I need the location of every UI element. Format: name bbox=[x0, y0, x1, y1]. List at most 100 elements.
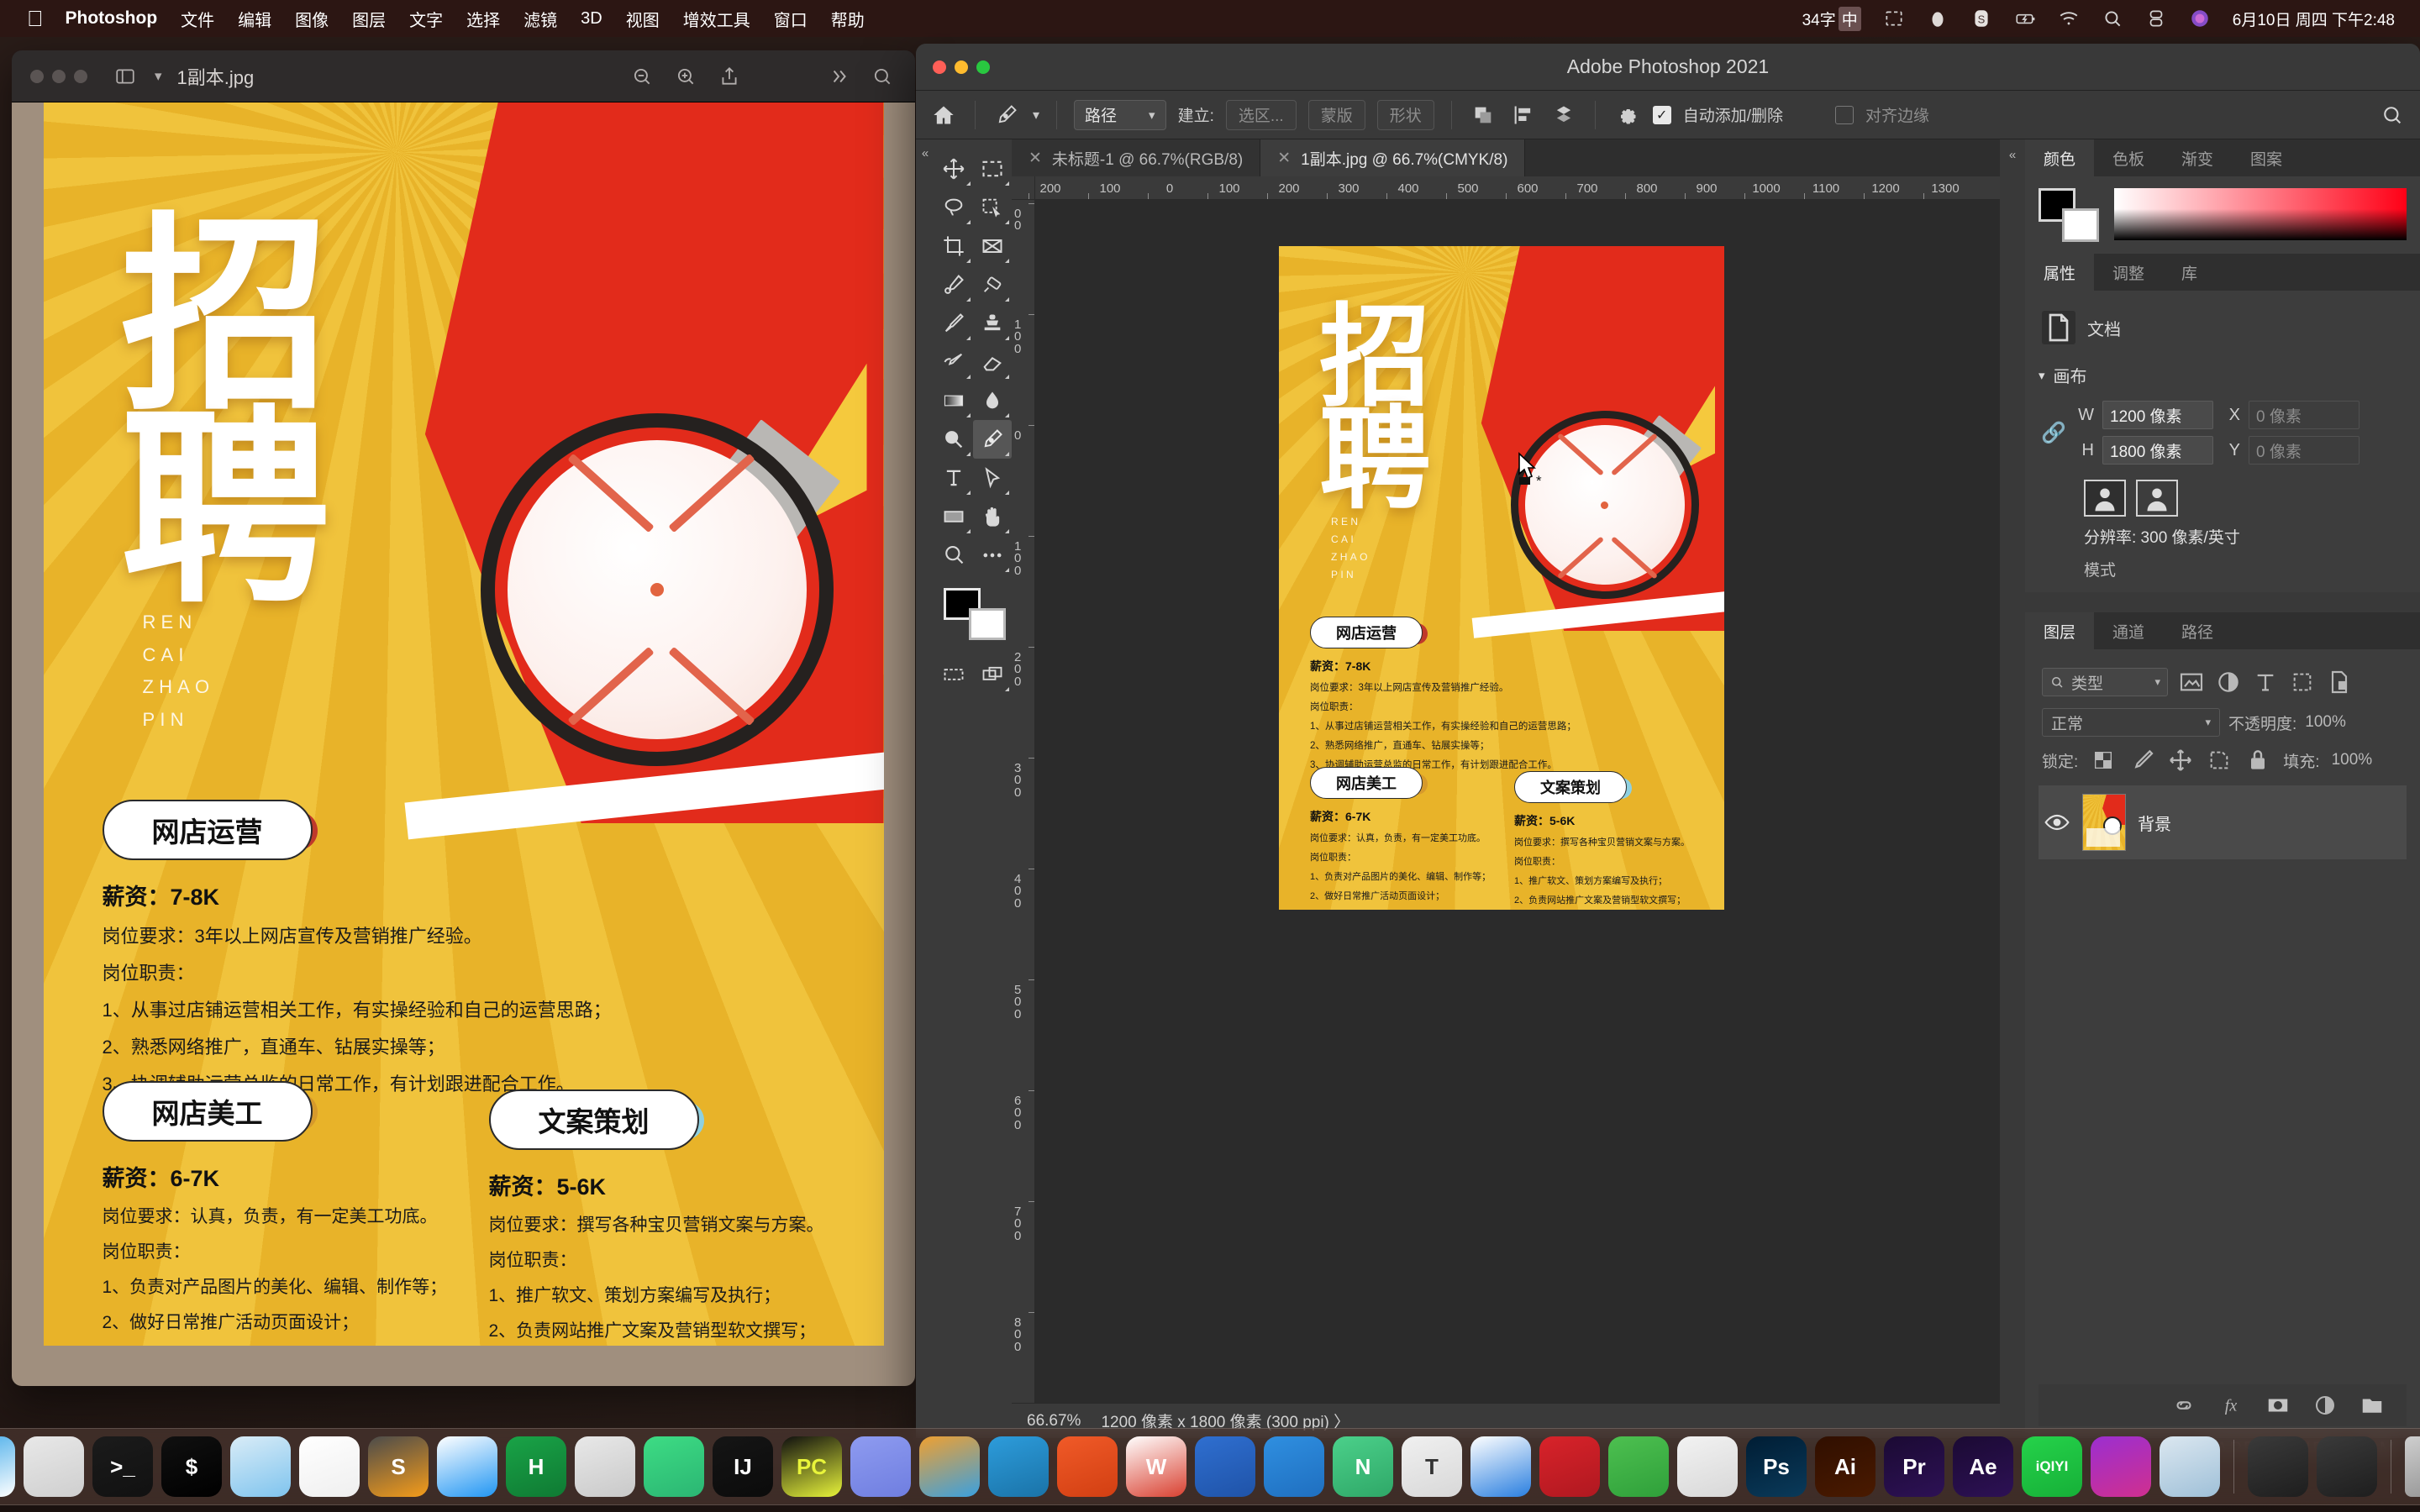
tab-channels[interactable]: 通道 bbox=[2094, 612, 2163, 649]
path-selection-tool[interactable] bbox=[973, 459, 1012, 497]
dock-icon-iterm[interactable]: $ bbox=[161, 1436, 222, 1497]
dock-icon-after-effects[interactable]: Ae bbox=[1953, 1436, 2013, 1497]
image-filter-icon[interactable] bbox=[2178, 669, 2205, 696]
poster-artwork-canvas[interactable]: 招聘 REN CAI ZHAO PIN 网店运营 薪资：7-8K 岗位要求：3年… bbox=[1279, 246, 1724, 910]
zoom-in-icon[interactable] bbox=[671, 62, 700, 91]
sidebar-chevron-icon[interactable]: ▾ bbox=[155, 68, 162, 85]
pen-tool-icon[interactable] bbox=[992, 101, 1021, 129]
menu-item-help[interactable]: 帮助 bbox=[831, 7, 865, 31]
dock-trash-icon[interactable] bbox=[2405, 1436, 2420, 1497]
dock-icon-wps-writer[interactable]: W bbox=[1126, 1436, 1186, 1497]
document-tab-active[interactable]: ✕ 1副本.jpg @ 66.7%(CMYK/8) bbox=[1260, 139, 1526, 176]
background-color-swatch[interactable] bbox=[969, 608, 1006, 640]
adjustment-layer-icon[interactable] bbox=[2312, 1393, 2338, 1418]
screen-mode-tool[interactable] bbox=[973, 655, 1012, 694]
dock-icon-notes-app[interactable] bbox=[850, 1436, 911, 1497]
dock-icon-premiere[interactable]: Pr bbox=[1884, 1436, 1944, 1497]
siri-icon[interactable] bbox=[2189, 8, 2211, 29]
lock-all-icon[interactable] bbox=[2244, 747, 2271, 774]
color-swatches[interactable] bbox=[2039, 188, 2099, 242]
link-dimensions-icon[interactable]: 🔗 bbox=[2039, 421, 2069, 445]
opacity-value[interactable]: 100% bbox=[2305, 713, 2346, 732]
tab-swatches[interactable]: 色板 bbox=[2094, 139, 2163, 176]
close-icon[interactable]: ✕ bbox=[1277, 149, 1291, 168]
gear-icon[interactable] bbox=[1612, 101, 1641, 129]
fx-icon[interactable]: fx bbox=[2218, 1393, 2244, 1418]
spot-healing-brush-tool[interactable] bbox=[973, 265, 1012, 304]
dock-icon-terminal[interactable]: >_ bbox=[92, 1436, 153, 1497]
menu-item-layer[interactable]: 图层 bbox=[352, 7, 386, 31]
apple-logo-icon[interactable]:  bbox=[27, 8, 44, 29]
tab-properties[interactable]: 属性 bbox=[2025, 254, 2095, 291]
lock-transparent-icon[interactable] bbox=[2090, 747, 2117, 774]
document-tab-untitled[interactable]: ✕ 未标题-1 @ 66.7%(RGB/8) bbox=[1012, 139, 1261, 176]
dock-icon-iqiyi[interactable]: iQIYI bbox=[2022, 1436, 2082, 1497]
toolbox-collapse-handle[interactable]: « bbox=[916, 139, 934, 1438]
path-operations-icon[interactable] bbox=[1469, 101, 1497, 129]
type-filter-icon[interactable] bbox=[2252, 669, 2279, 696]
dodge-tool[interactable] bbox=[934, 420, 973, 459]
search-icon[interactable] bbox=[2378, 101, 2407, 129]
dock-icon-evernote[interactable] bbox=[988, 1436, 1049, 1497]
blur-tool[interactable] bbox=[973, 381, 1012, 420]
link-layers-icon[interactable] bbox=[2171, 1393, 2196, 1418]
dock-icon-illustrator[interactable]: Ai bbox=[1815, 1436, 1876, 1497]
portrait-orientation-button[interactable] bbox=[2084, 480, 2126, 517]
menu-item-type[interactable]: 文字 bbox=[409, 7, 443, 31]
eyedropper-tool[interactable] bbox=[934, 265, 973, 304]
dock-icon-messages[interactable] bbox=[575, 1436, 635, 1497]
dock-icon-vscode[interactable] bbox=[437, 1436, 497, 1497]
dock-icon-quicktime[interactable] bbox=[2091, 1436, 2151, 1497]
background-color-swatch[interactable] bbox=[2062, 208, 2099, 242]
frame-tool[interactable] bbox=[973, 227, 1012, 265]
dock-icon-finder[interactable] bbox=[0, 1436, 15, 1497]
adjustment-filter-icon[interactable] bbox=[2215, 669, 2242, 696]
hand-tool[interactable] bbox=[973, 497, 1012, 536]
layer-filter-select[interactable]: 类型 ▾ bbox=[2042, 668, 2168, 696]
search-icon[interactable] bbox=[2102, 8, 2123, 29]
canvas-height-input[interactable]: 1800 像素 bbox=[2102, 436, 2213, 465]
brush-tool[interactable] bbox=[934, 304, 973, 343]
screenshot-icon[interactable] bbox=[1883, 8, 1905, 29]
menu-item-window[interactable]: 窗口 bbox=[774, 7, 808, 31]
dock-icon-sublime-text[interactable]: S bbox=[368, 1436, 429, 1497]
close-icon[interactable]: ✕ bbox=[1028, 149, 1042, 168]
layer-row-background[interactable]: 背景 bbox=[2039, 785, 2407, 859]
clone-stamp-tool[interactable] bbox=[973, 304, 1012, 343]
dock-document-thumb[interactable] bbox=[2317, 1436, 2377, 1497]
dock-icon-hummingbird[interactable] bbox=[1264, 1436, 1324, 1497]
lock-position-icon[interactable] bbox=[2167, 747, 2194, 774]
photoshop-traffic-lights[interactable] bbox=[933, 60, 990, 74]
tab-paths[interactable]: 路径 bbox=[2163, 612, 2232, 649]
object-selection-tool[interactable] bbox=[973, 188, 1012, 227]
dock-icon-baidu-netdisk[interactable] bbox=[1470, 1436, 1531, 1497]
eraser-tool[interactable] bbox=[973, 343, 1012, 381]
zoom-tool[interactable] bbox=[934, 536, 973, 575]
dock-icon-safari[interactable] bbox=[230, 1436, 291, 1497]
history-brush-tool[interactable] bbox=[934, 343, 973, 381]
menu-item-photoshop[interactable]: Photoshop bbox=[66, 8, 158, 29]
tab-gradients[interactable]: 渐变 bbox=[2163, 139, 2232, 176]
tab-color[interactable]: 颜色 bbox=[2025, 139, 2095, 176]
type-tool[interactable] bbox=[934, 459, 973, 497]
dock-icon-qq[interactable] bbox=[1677, 1436, 1738, 1497]
menu-item-file[interactable]: 文件 bbox=[181, 7, 214, 31]
menu-item-3d[interactable]: 3D bbox=[581, 9, 602, 29]
zoom-out-icon[interactable] bbox=[628, 62, 656, 91]
pen-tool[interactable] bbox=[973, 420, 1012, 459]
path-arrangement-icon[interactable] bbox=[1549, 101, 1578, 129]
input-method-indicator[interactable]: 34字 中 bbox=[1802, 6, 1861, 31]
fill-value[interactable]: 100% bbox=[2332, 751, 2373, 769]
path-mode-select[interactable]: 路径 ▾ bbox=[1074, 99, 1166, 130]
quick-mask-tool[interactable] bbox=[934, 655, 973, 694]
dock-screen-recording-thumb[interactable] bbox=[2248, 1436, 2308, 1497]
wifi-icon[interactable] bbox=[2058, 8, 2080, 29]
edit-toolbar-tool[interactable] bbox=[973, 536, 1012, 575]
lasso-tool[interactable] bbox=[934, 188, 973, 227]
canvas-width-input[interactable]: 1200 像素 bbox=[2102, 401, 2213, 429]
new-group-icon[interactable] bbox=[2360, 1393, 2385, 1418]
tab-libraries[interactable]: 库 bbox=[2163, 254, 2216, 291]
toolbox-color-swatches[interactable] bbox=[940, 586, 1006, 648]
more-icon[interactable] bbox=[824, 62, 853, 91]
horizontal-ruler[interactable]: 200 100 0 100 200 300 400 500 600 700 800 900 1000 11… bbox=[1012, 176, 2000, 200]
